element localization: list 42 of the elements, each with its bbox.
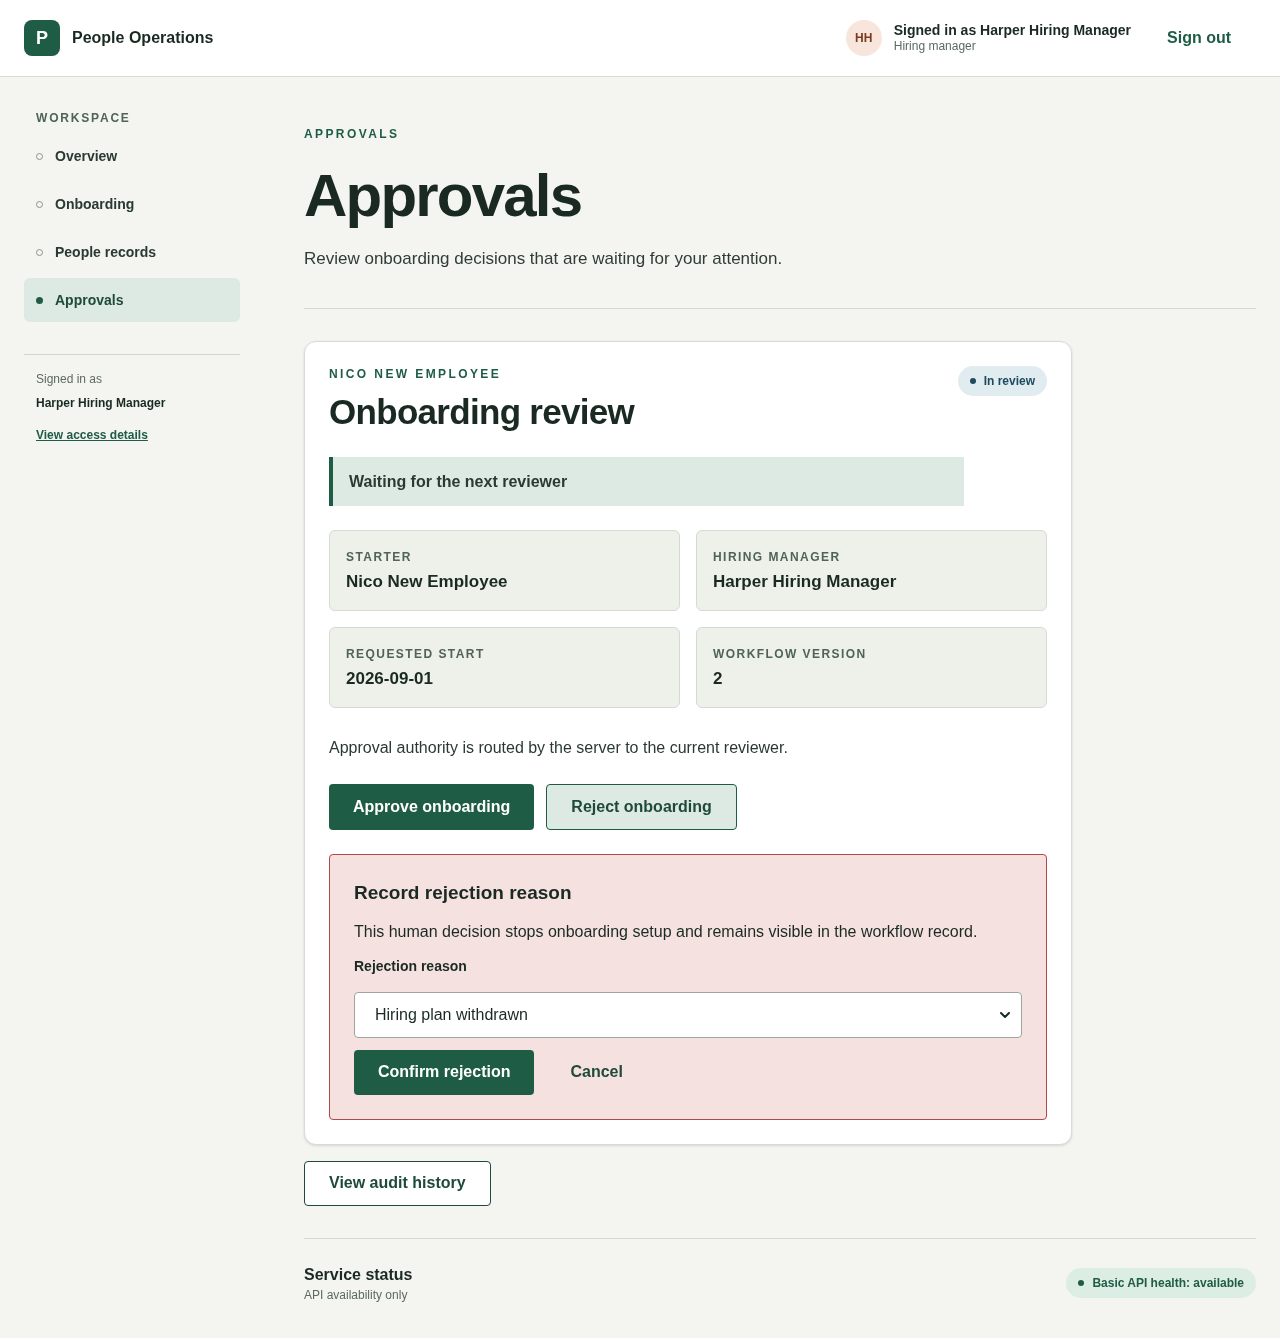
routing-note: Approval authority is routed by the server to the current reviewer. <box>329 738 789 759</box>
rejection-field-label: Rejection reason <box>354 956 468 976</box>
nav-item[interactable]: Onboarding <box>24 182 240 226</box>
audit-history-button[interactable]: View audit history <box>304 1160 491 1206</box>
user-avatar: HH <box>845 20 882 56</box>
footer-title: Service status <box>304 1264 413 1285</box>
nav-item[interactable]: People records <box>24 230 240 274</box>
sidebar-heading: WORKSPACE <box>35 110 132 126</box>
detail-label: HIRING MANAGER <box>713 549 842 566</box>
confirm-rejection-button[interactable]: Confirm rejection <box>354 1049 535 1095</box>
page-eyebrow: APPROVALS <box>304 126 401 142</box>
detail-value: 2026-09-01 <box>346 668 434 691</box>
detail-label: REQUESTED START <box>346 646 486 663</box>
app-name: People Operations <box>72 28 214 48</box>
detail-value: 2 <box>713 668 724 691</box>
page-subtitle: Review onboarding decisions that are waiting for your attention. <box>304 248 784 270</box>
status-badge: In review <box>957 365 1047 396</box>
user-role: Hiring manager <box>893 38 977 54</box>
nav-item[interactable]: Overview <box>24 134 240 178</box>
rejection-description: This human decision stops onboarding setup and remains visible in the workflow record. <box>354 921 979 942</box>
access-details-link[interactable]: View access details <box>36 427 148 443</box>
nav-item[interactable]: Approvals <box>24 278 240 322</box>
health-badge: Basic API health: available <box>1066 1267 1256 1298</box>
page-title: Approvals <box>304 166 583 226</box>
reject-button[interactable]: Reject onboarding <box>546 784 737 831</box>
signed-in-label: Signed in as <box>36 371 104 387</box>
sign-out-link[interactable]: Sign out <box>1167 26 1231 50</box>
logo-badge: P <box>24 20 60 56</box>
footer-subtitle: API availability only <box>304 1286 409 1303</box>
user-name: Signed in as Harper Hiring Manager <box>893 22 1131 38</box>
rejection-reason-select[interactable]: Hiring plan withdrawn <box>354 991 1022 1038</box>
signed-in-name: Harper Hiring Manager <box>36 395 167 411</box>
cancel-button[interactable]: Cancel <box>570 1060 623 1085</box>
detail-value: Harper Hiring Manager <box>713 571 898 594</box>
approve-button[interactable]: Approve onboarding <box>329 784 535 831</box>
card-eyebrow: NICO NEW EMPLOYEE <box>329 365 503 382</box>
card-title: Onboarding review <box>329 390 635 433</box>
detail-label: WORKFLOW VERSION <box>713 646 868 663</box>
detail-label: STARTER <box>346 549 413 566</box>
notice-banner: Waiting for the next reviewer <box>329 457 964 507</box>
rejection-title: Record rejection reason <box>354 881 573 906</box>
detail-value: Nico New Employee <box>346 571 509 594</box>
